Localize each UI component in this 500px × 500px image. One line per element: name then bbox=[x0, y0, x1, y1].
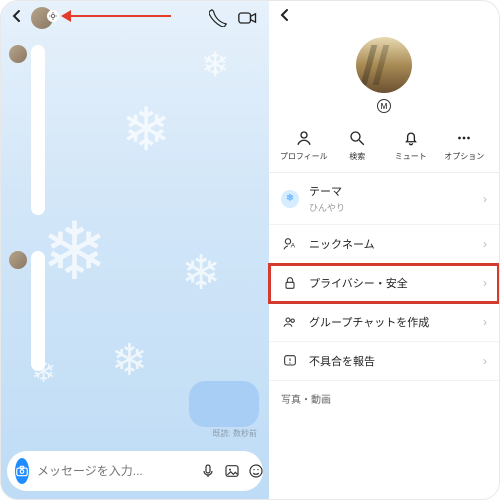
details-header bbox=[269, 1, 499, 33]
profile-avatar[interactable] bbox=[356, 37, 412, 93]
row-label: ニックネーム bbox=[309, 236, 473, 252]
mute-action[interactable]: ミュート bbox=[387, 129, 435, 162]
theme-icon: ❄ bbox=[281, 190, 299, 208]
details-pane: M プロフィール 検索 ミュート オプション ❄ bbox=[269, 1, 499, 499]
search-icon bbox=[348, 129, 366, 147]
image-picker-icon[interactable] bbox=[224, 461, 240, 481]
message-avatar bbox=[9, 251, 27, 269]
message-avatar bbox=[9, 45, 27, 63]
row-privacy-safety[interactable]: プライバシー・安全 › bbox=[269, 264, 499, 303]
read-timestamp: 既読: 数秒前 bbox=[213, 428, 257, 439]
contact-avatar[interactable] bbox=[31, 7, 53, 29]
row-theme[interactable]: ❄ テーマ ひんやり › bbox=[269, 173, 499, 225]
row-nickname[interactable]: A ニックネーム › bbox=[269, 225, 499, 264]
row-label: プライバシー・安全 bbox=[309, 275, 473, 291]
outgoing-message-bubble[interactable] bbox=[189, 381, 259, 427]
profile-action[interactable]: プロフィール bbox=[280, 129, 328, 162]
more-icon bbox=[455, 129, 473, 147]
options-action[interactable]: オプション bbox=[440, 129, 488, 162]
settings-list: ❄ テーマ ひんやり › A ニックネーム › プライバシー・安全 › bbox=[269, 172, 499, 381]
media-section-title: 写真・動画 bbox=[269, 381, 499, 406]
back-icon[interactable] bbox=[279, 8, 291, 27]
lock-icon bbox=[281, 274, 299, 292]
row-label: テーマ bbox=[309, 183, 473, 199]
messenger-badge-icon: M bbox=[377, 99, 391, 113]
action-label: 検索 bbox=[349, 151, 365, 162]
sticker-icon[interactable] bbox=[248, 461, 264, 481]
row-create-group[interactable]: グループチャットを作成 › bbox=[269, 303, 499, 342]
video-call-icon[interactable] bbox=[237, 7, 259, 29]
search-action[interactable]: 検索 bbox=[333, 129, 381, 162]
incoming-message-bubble[interactable] bbox=[31, 251, 45, 371]
action-row: プロフィール 検索 ミュート オプション bbox=[269, 123, 499, 172]
camera-button[interactable] bbox=[15, 458, 29, 484]
row-report[interactable]: 不具合を報告 › bbox=[269, 342, 499, 381]
svg-text:A: A bbox=[291, 242, 296, 249]
incoming-message-bubble[interactable] bbox=[31, 45, 45, 215]
chat-pane: ❄ ❄ ❄ ❄ ❄ ❄ 既読: 数秒前 bbox=[1, 1, 269, 499]
gear-icon[interactable] bbox=[47, 10, 59, 22]
row-sublabel: ひんやり bbox=[309, 201, 473, 214]
message-input[interactable] bbox=[37, 464, 192, 478]
nickname-icon: A bbox=[281, 235, 299, 253]
action-label: ミュート bbox=[395, 151, 427, 162]
action-label: オプション bbox=[444, 151, 484, 162]
action-label: プロフィール bbox=[280, 151, 328, 162]
row-label: グループチャットを作成 bbox=[309, 314, 473, 330]
annotation-arrow bbox=[61, 13, 171, 19]
chevron-right-icon: › bbox=[483, 192, 487, 206]
row-label: 不具合を報告 bbox=[309, 353, 473, 369]
chevron-right-icon: › bbox=[483, 276, 487, 290]
message-composer bbox=[7, 451, 263, 491]
back-icon[interactable] bbox=[11, 9, 23, 28]
chevron-right-icon: › bbox=[483, 315, 487, 329]
report-icon bbox=[281, 352, 299, 370]
chevron-right-icon: › bbox=[483, 237, 487, 251]
person-icon bbox=[295, 129, 313, 147]
voice-message-icon[interactable] bbox=[200, 461, 216, 481]
chevron-right-icon: › bbox=[483, 354, 487, 368]
profile-block: M bbox=[269, 33, 499, 123]
bell-icon bbox=[402, 129, 420, 147]
voice-call-icon[interactable] bbox=[207, 7, 229, 29]
group-icon bbox=[281, 313, 299, 331]
